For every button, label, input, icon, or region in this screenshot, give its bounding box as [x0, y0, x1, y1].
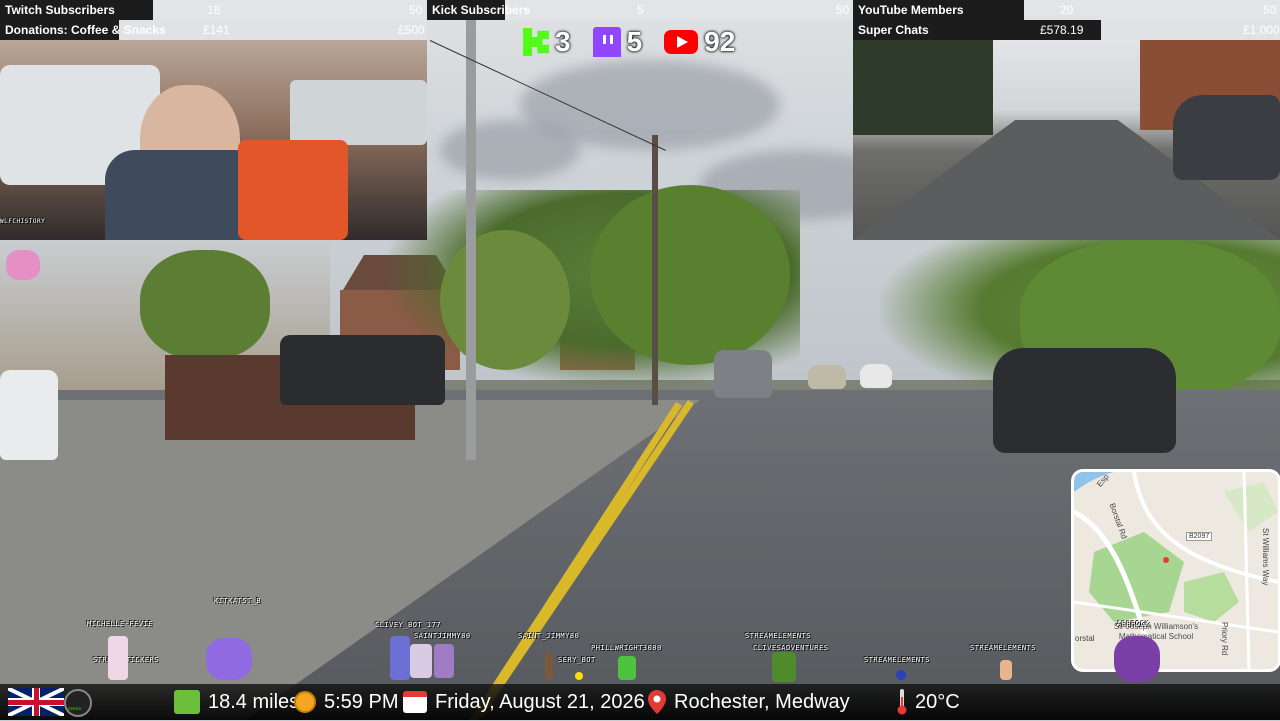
sprite-name: SAINT_JIMMY80: [518, 632, 580, 640]
car-ahead: [860, 364, 892, 388]
sprite-name: CLIVESADVENTURES: [753, 644, 829, 652]
driver-webcam: WLFCHISTORY: [0, 40, 427, 240]
sprite-name: STREAMELEMENTS: [745, 632, 812, 640]
sprite-avatar: [618, 656, 636, 680]
uk-flag-icon: [8, 688, 64, 716]
car-ahead: [808, 365, 846, 389]
oncoming-car: [993, 348, 1176, 453]
clock-icon: [294, 691, 316, 713]
super-chats-current: £578.19: [1040, 23, 1084, 37]
kick-count: 3: [523, 26, 571, 58]
date-value: Friday, August 21, 2026: [435, 690, 645, 713]
youtube-members-label: YouTube Members: [858, 3, 964, 17]
sprite-name: STREAMELEMENTS: [864, 656, 931, 664]
webcam-watermark: WLFCHISTORY: [0, 218, 46, 225]
sprite-name: CLIVEY_BOT_177: [375, 621, 442, 629]
speedometer-icon: SPEED: [64, 689, 92, 717]
twitch-subs-label: Twitch Subscribers: [5, 3, 115, 17]
twitch-count: 5: [592, 26, 643, 58]
lamp-post: [466, 20, 476, 460]
location-item: Rochester, Medway: [648, 684, 850, 720]
thermometer-icon: [897, 689, 907, 715]
map-distance-icon: [174, 690, 200, 714]
sprite-avatar: [390, 636, 410, 680]
sprite-avatar: [896, 670, 906, 680]
parked-car: [280, 335, 445, 405]
tree: [590, 185, 790, 365]
kick-subscribers-bar: Kick Subscribers 5 50: [427, 0, 853, 20]
sprite-avatar: [772, 652, 796, 682]
twitch-icon: [592, 27, 621, 57]
sprite-name: PHILLWRIGHT3080: [591, 644, 662, 652]
rear-window: [290, 80, 427, 145]
location-pin-icon: [648, 690, 666, 714]
distance-item: 18.4 miles: [174, 684, 299, 720]
tree: [440, 230, 570, 370]
sprite-name: STREAMELEMENTS: [970, 644, 1037, 652]
sprite-avatar: [6, 250, 40, 280]
temperature-value: 20°C: [915, 690, 960, 713]
kick-subs-current: 5: [637, 3, 644, 17]
twitch-count-value: 5: [626, 26, 643, 57]
sprite-avatar: [410, 644, 432, 678]
car-ahead: [714, 350, 772, 398]
twitch-subs-current: 18: [207, 3, 221, 17]
youtube-count-value: 92: [704, 26, 736, 57]
donations-label: Donations: Coffee & Snacks: [5, 23, 166, 37]
map-label-road-code: B2097: [1186, 532, 1213, 541]
twitch-subs-goal: 50: [409, 3, 423, 17]
sprite-name: SERY_BOT: [558, 656, 596, 664]
youtube-members-bar: YouTube Members 20 50: [853, 0, 1280, 20]
youtube-members-goal: 50: [1263, 3, 1277, 17]
calendar-icon: [403, 691, 427, 713]
parked-car: [0, 370, 58, 460]
time-value: 5:59 PM: [324, 690, 399, 713]
sprite-name: A88ROCK: [1117, 620, 1151, 628]
sprite-name: SAINTJIMMY80: [414, 632, 471, 640]
sprite-avatar: [206, 638, 252, 680]
speed-label: SPEED: [68, 706, 82, 711]
kick-subs-label: Kick Subscribers: [432, 3, 531, 17]
time-item: 5:59 PM: [294, 684, 398, 720]
telegraph-pole: [652, 135, 658, 405]
donations-bar: Donations: Coffee & Snacks £141 £500: [0, 20, 427, 40]
sprite-avatar: [575, 672, 583, 680]
distance-value: 18.4 miles: [208, 690, 300, 713]
location-value: Rochester, Medway: [674, 690, 850, 713]
youtube-count: 92: [664, 26, 735, 58]
super-chats-goal: £1,000: [1243, 23, 1280, 37]
sprite-avatar: [108, 636, 128, 680]
map-label-priory-rd: Priory Rd: [1220, 622, 1229, 656]
map-label-st-williams-way: St Williams Way: [1261, 528, 1270, 586]
super-chats-bar: Super Chats £578.19 £1,000: [853, 20, 1280, 40]
date-item: Friday, August 21, 2026: [403, 684, 645, 720]
kick-subs-goal: 50: [836, 3, 850, 17]
youtube-icon: [664, 30, 699, 54]
rear-view-camera: [853, 40, 1280, 240]
sprite-avatar: [1114, 636, 1160, 682]
platform-viewer-counts: 3 5 92: [523, 26, 735, 58]
twitch-subscribers-bar: Twitch Subscribers 18 50: [0, 0, 427, 20]
kick-count-value: 3: [555, 26, 571, 57]
delivery-bag: [238, 140, 348, 240]
youtube-members-current: 20: [1060, 3, 1074, 17]
tree: [140, 250, 270, 360]
donations-goal: £500: [398, 23, 425, 37]
super-chats-label: Super Chats: [858, 23, 929, 37]
tree: [853, 40, 993, 135]
sprite-avatar: [1000, 660, 1012, 680]
parked-car: [1173, 95, 1280, 180]
sprite-avatar: [434, 644, 454, 678]
sprite-avatar: [545, 652, 553, 680]
sprite-name: KITKAT5T_B: [214, 597, 262, 605]
sprite-name: MICHELLE-FEVIE: [87, 620, 154, 628]
donations-current: £141: [203, 23, 230, 37]
temperature-item: 20°C: [897, 684, 960, 720]
location-map[interactable]: Esp Borstal Rd B2097 St Williams Way Pri…: [1071, 469, 1280, 672]
bottom-info-bar: SPEED 18.4 miles 5:59 PM Friday, August …: [0, 684, 1280, 720]
map-label-place: orstal: [1075, 634, 1095, 643]
kick-icon: [523, 28, 549, 56]
cloud: [440, 120, 580, 180]
